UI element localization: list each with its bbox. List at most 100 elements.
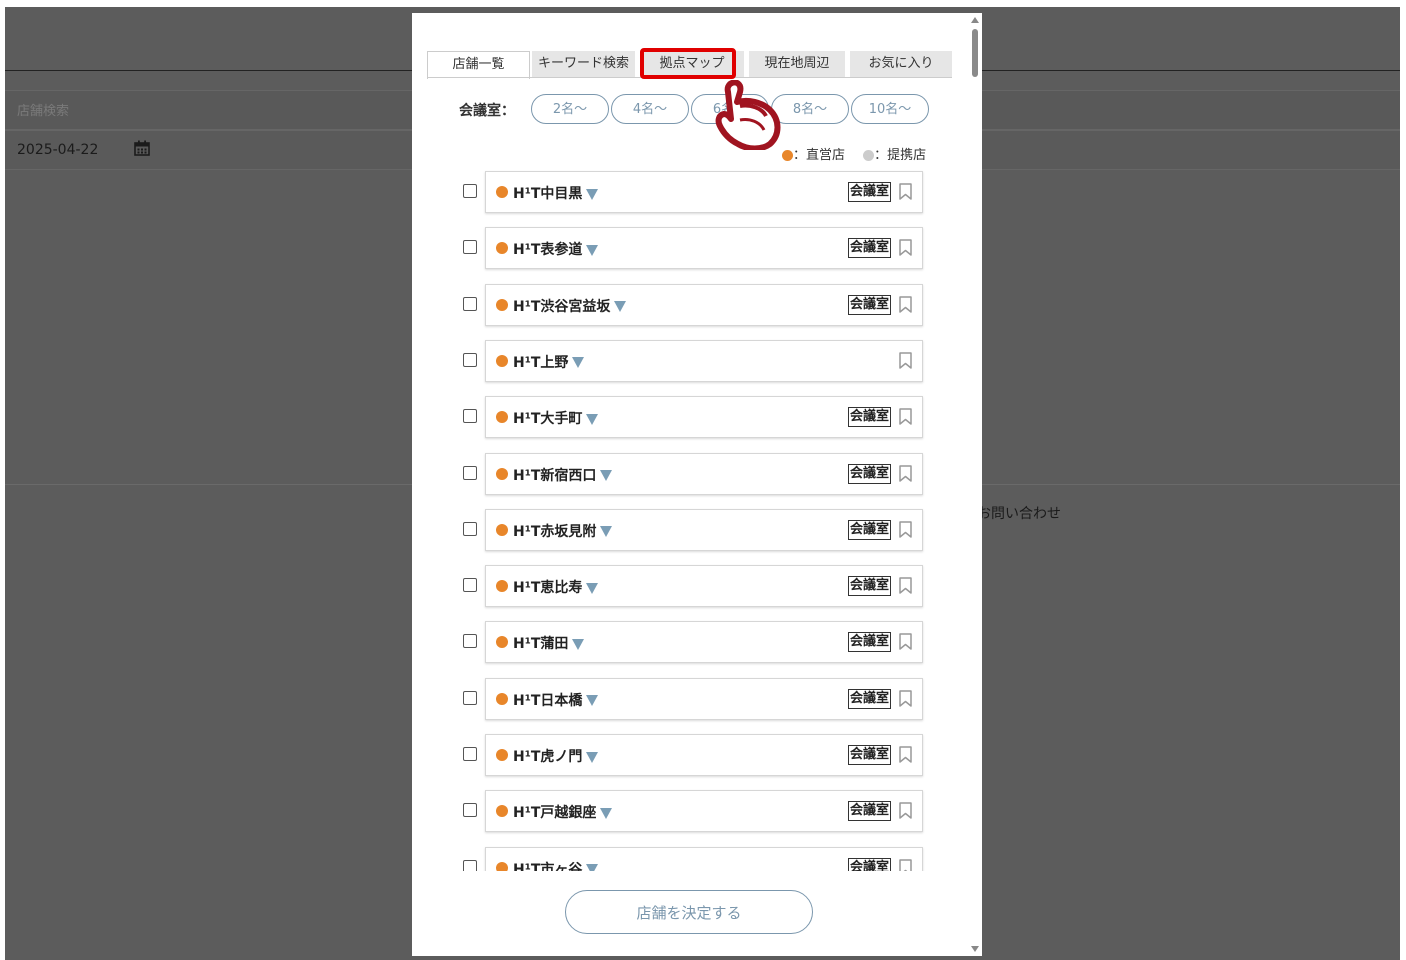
bookmark-icon[interactable]	[899, 746, 912, 763]
store-card[interactable]: H¹T市ヶ谷 会議室	[485, 846, 923, 871]
meeting-room-badge: 会議室	[848, 576, 892, 597]
tab-store-list[interactable]: 店舗一覧	[427, 51, 530, 79]
modal-scrollbar[interactable]	[969, 13, 982, 956]
store-checkbox[interactable]	[463, 803, 477, 818]
store-type-legend: ：直営店 ：提携店	[782, 144, 926, 163]
store-checkbox[interactable]	[463, 690, 477, 705]
bookmark-icon[interactable]	[899, 689, 912, 707]
store-checkbox[interactable]	[463, 859, 477, 871]
bookmark-icon[interactable]	[899, 408, 912, 425]
legend-partner: ：提携店	[874, 148, 927, 163]
store-checkbox[interactable]	[463, 240, 477, 255]
store-checkbox[interactable]	[463, 409, 477, 424]
store-checkbox[interactable]	[463, 352, 477, 367]
expand-triangle-icon[interactable]	[586, 413, 599, 425]
store-search-label: 店舗検索	[17, 104, 70, 119]
store-checkbox[interactable]	[463, 296, 477, 311]
meeting-room-badge: 会議室	[848, 632, 892, 653]
store-name[interactable]: H¹T赤坂見附	[513, 521, 613, 541]
store-name[interactable]: H¹T新宿西口	[513, 465, 613, 485]
expand-triangle-icon[interactable]	[586, 695, 599, 707]
store-name[interactable]: H¹T虎ノ門	[513, 746, 599, 766]
store-name[interactable]: H¹T蒲田	[513, 633, 585, 653]
store-row: H¹T表参道 会議室	[412, 227, 969, 270]
store-card[interactable]: H¹T蒲田 会議室	[485, 621, 923, 664]
filter-10-people[interactable]: 10名～	[851, 94, 929, 124]
store-checkbox[interactable]	[463, 184, 477, 198]
store-card[interactable]: H¹T渋谷宮益坂 会議室	[485, 283, 923, 326]
scroll-thumb[interactable]	[972, 29, 978, 77]
store-select-modal: 店舗一覧 キーワード検索 拠点マップ 現在地周辺 お気に入り 会議室： 2名～ …	[412, 13, 982, 956]
bookmark-icon[interactable]	[899, 295, 912, 313]
pointing-hand-icon	[715, 80, 781, 150]
store-name-text: H¹T表参道	[513, 242, 583, 259]
calendar-icon[interactable]	[134, 140, 150, 156]
bookmark-icon[interactable]	[899, 352, 912, 369]
partner-store-dot-icon	[863, 150, 875, 161]
store-row: H¹T虎ノ門 会議室	[412, 734, 969, 776]
store-name[interactable]: H¹T大手町	[513, 408, 599, 428]
store-row: H¹T日本橋 会議室	[412, 677, 969, 720]
expand-triangle-icon[interactable]	[586, 188, 599, 200]
store-list: H¹T中目黒 会議室 H¹T表参道 会議室 H¹T渋谷宮益坂 会議室 H¹T上野 H¹T大手町…	[412, 169, 969, 871]
store-row: H¹T上野	[412, 339, 969, 382]
expand-triangle-icon[interactable]	[586, 864, 599, 871]
store-card[interactable]: H¹T表参道 会議室	[485, 227, 923, 270]
store-card[interactable]: H¹T戸越銀座 会議室	[485, 790, 923, 833]
bookmark-icon[interactable]	[899, 464, 912, 482]
store-card[interactable]: H¹T日本橋 会議室	[485, 677, 923, 720]
decide-store-button[interactable]: 店舗を決定する	[565, 890, 813, 934]
store-checkbox[interactable]	[463, 465, 477, 480]
tab-nearby[interactable]: 現在地周辺	[749, 51, 845, 77]
expand-triangle-icon[interactable]	[600, 470, 613, 481]
store-name[interactable]: H¹T戸越銀座	[513, 802, 613, 822]
direct-store-dot-icon	[496, 692, 508, 705]
scroll-up-arrow-icon[interactable]	[971, 17, 979, 23]
bookmark-icon[interactable]	[899, 577, 912, 594]
tab-favorites[interactable]: お気に入り	[850, 51, 952, 77]
bookmark-icon[interactable]	[899, 521, 912, 538]
store-checkbox[interactable]	[463, 747, 477, 761]
bookmark-icon[interactable]	[899, 633, 912, 651]
expand-triangle-icon[interactable]	[600, 526, 613, 538]
store-name-text: H¹T上野	[513, 354, 569, 371]
expand-triangle-icon[interactable]	[586, 244, 599, 256]
store-card[interactable]: H¹T虎ノ門 会議室	[485, 734, 923, 776]
expand-triangle-icon[interactable]	[586, 582, 599, 594]
store-name[interactable]: H¹T中目黒	[513, 183, 599, 203]
store-checkbox[interactable]	[463, 521, 477, 536]
expand-triangle-icon[interactable]	[586, 751, 599, 763]
expand-triangle-icon[interactable]	[600, 807, 613, 819]
store-checkbox[interactable]	[463, 578, 477, 593]
filter-2-people[interactable]: 2名～	[531, 94, 609, 124]
store-checkbox[interactable]	[463, 634, 477, 649]
date-field[interactable]: 2025-04-22	[17, 142, 98, 158]
direct-store-dot-icon	[496, 523, 508, 536]
store-card[interactable]: H¹T赤坂見附 会議室	[485, 508, 923, 551]
meeting-room-badge: 会議室	[848, 857, 892, 871]
store-name[interactable]: H¹T恵比寿	[513, 577, 599, 597]
scroll-down-arrow-icon[interactable]	[971, 946, 979, 952]
tab-keyword-search[interactable]: キーワード検索	[532, 51, 635, 77]
store-name[interactable]: H¹T市ヶ谷	[513, 859, 599, 871]
store-name[interactable]: H¹T表参道	[513, 239, 599, 259]
bookmark-icon[interactable]	[899, 239, 912, 257]
filter-4-people[interactable]: 4名～	[611, 94, 689, 124]
expand-triangle-icon[interactable]	[614, 301, 627, 313]
bookmark-icon[interactable]	[899, 183, 912, 200]
store-name[interactable]: H¹T上野	[513, 352, 585, 372]
store-name[interactable]: H¹T日本橋	[513, 690, 599, 710]
inquiry-link[interactable]: お問い合わせ	[977, 503, 1061, 523]
expand-triangle-icon[interactable]	[572, 638, 585, 650]
expand-triangle-icon[interactable]	[572, 357, 585, 369]
store-card[interactable]: H¹T上野	[485, 339, 923, 382]
store-card[interactable]: H¹T大手町 会議室	[485, 396, 923, 439]
store-name[interactable]: H¹T渋谷宮益坂	[513, 296, 627, 316]
store-row: H¹T中目黒 会議室	[412, 171, 969, 213]
bookmark-icon[interactable]	[899, 858, 912, 871]
bookmark-icon[interactable]	[899, 802, 912, 820]
store-card[interactable]: H¹T恵比寿 会議室	[485, 565, 923, 608]
store-card[interactable]: H¹T新宿西口 会議室	[485, 452, 923, 495]
direct-store-dot-icon	[496, 298, 508, 311]
store-card[interactable]: H¹T中目黒 会議室	[485, 171, 923, 213]
